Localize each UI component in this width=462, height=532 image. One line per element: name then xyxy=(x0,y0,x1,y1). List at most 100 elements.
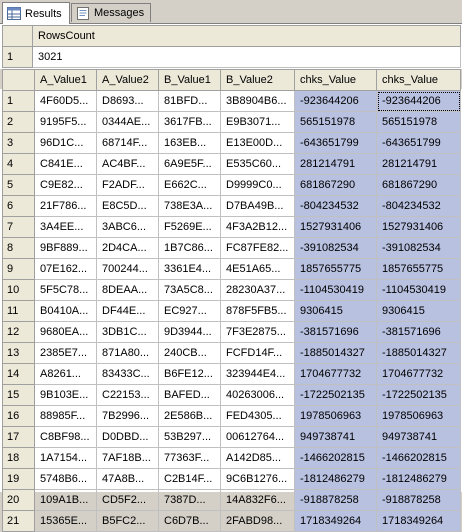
table-cell[interactable]: 3617FB... xyxy=(158,111,221,133)
table-cell[interactable]: C8BF98... xyxy=(34,426,97,448)
column-header[interactable]: A_Value2 xyxy=(96,69,159,91)
table-cell[interactable]: 949738741 xyxy=(294,426,377,448)
column-header[interactable]: chks_Value xyxy=(294,69,377,91)
table-cell[interactable]: E8C5D... xyxy=(96,195,159,217)
table-cell[interactable]: 40263006... xyxy=(220,384,295,406)
table-cell[interactable]: F5269E... xyxy=(158,216,221,238)
table-cell[interactable]: 9BF889... xyxy=(34,237,97,259)
table-cell[interactable]: 3A4EE... xyxy=(34,216,97,238)
table-cell[interactable]: 7F3E2875... xyxy=(220,321,295,343)
table-cell[interactable]: 1718349264 xyxy=(376,510,461,532)
table-cell[interactable]: 9680EA... xyxy=(34,321,97,343)
table-cell[interactable]: D7BA49B... xyxy=(220,195,295,217)
table-cell[interactable]: 681867290 xyxy=(294,174,377,196)
table-cell[interactable]: -381571696 xyxy=(294,321,377,343)
table-row[interactable]: 2 9195F5... 0344AE... 3617FB... E9B3071... 56… xyxy=(2,111,461,133)
table-cell[interactable]: 9D3944... xyxy=(158,321,221,343)
row-number[interactable]: 1 xyxy=(2,90,35,112)
table-cell[interactable]: -1104530419 xyxy=(294,279,377,301)
table-cell[interactable]: -1466202815 xyxy=(294,447,377,469)
row-number[interactable]: 18 xyxy=(2,447,35,469)
table-cell[interactable]: 109A1B... xyxy=(34,489,97,511)
row-number[interactable]: 12 xyxy=(2,321,35,343)
table-row[interactable]: 7 3A4EE... 3ABC6... F5269E... 4F3A2B12... 152… xyxy=(2,216,461,238)
table-cell[interactable]: 1704677732 xyxy=(376,363,461,385)
table-cell[interactable]: 9306415 xyxy=(294,300,377,322)
table-cell[interactable]: BAFED... xyxy=(158,384,221,406)
table-cell[interactable]: 163EB... xyxy=(158,132,221,154)
table-cell[interactable]: 681867290 xyxy=(376,174,461,196)
table-cell[interactable]: 281214791 xyxy=(294,153,377,175)
table-cell[interactable]: 1718349264 xyxy=(294,510,377,532)
row-number[interactable]: 15 xyxy=(2,384,35,406)
table-cell[interactable]: C6D7B... xyxy=(158,510,221,532)
row-number[interactable]: 16 xyxy=(2,405,35,427)
table-cell[interactable]: B5FC2... xyxy=(96,510,159,532)
table-cell[interactable]: 1704677732 xyxy=(294,363,377,385)
table-cell[interactable]: 0344AE... xyxy=(96,111,159,133)
table-cell[interactable]: -1885014327 xyxy=(376,342,461,364)
table-row[interactable]: 18 1A7154... 7AF18B... 77363F... A142D85... -… xyxy=(2,447,461,469)
table-row[interactable]: 6 21F786... E8C5D... 738E3A... D7BA49B... -80… xyxy=(2,195,461,217)
table-cell[interactable]: 3DB1C... xyxy=(96,321,159,343)
table-cell[interactable]: 73A5C8... xyxy=(158,279,221,301)
table-cell[interactable]: C22153... xyxy=(96,384,159,406)
row-number[interactable]: 10 xyxy=(2,279,35,301)
table-cell[interactable]: 2D4CA... xyxy=(96,237,159,259)
table-cell[interactable]: E13E00D... xyxy=(220,132,295,154)
row-number[interactable]: 14 xyxy=(2,363,35,385)
table-row[interactable]: 12 9680EA... 3DB1C... 9D3944... 7F3E2875... -… xyxy=(2,321,461,343)
table-cell[interactable]: -391082534 xyxy=(294,237,377,259)
table-cell[interactable]: 2E586B... xyxy=(158,405,221,427)
row-number[interactable]: 3 xyxy=(2,132,35,154)
column-header[interactable]: B_Value2 xyxy=(220,69,295,91)
table-cell[interactable]: -1722502135 xyxy=(376,384,461,406)
table-cell[interactable]: C2B14F... xyxy=(158,468,221,490)
table-cell[interactable]: 700244... xyxy=(96,258,159,280)
row-number[interactable]: 17 xyxy=(2,426,35,448)
table-cell[interactable]: 9B103E... xyxy=(34,384,97,406)
table-row[interactable]: 15 9B103E... C22153... BAFED... 40263006... -… xyxy=(2,384,461,406)
table-cell[interactable]: 3021 xyxy=(32,46,461,68)
table-cell[interactable]: E662C... xyxy=(158,174,221,196)
column-header[interactable]: chks_Value xyxy=(376,69,461,91)
table-cell[interactable]: 7387D... xyxy=(158,489,221,511)
row-number[interactable]: 13 xyxy=(2,342,35,364)
table-cell[interactable]: 3361E4... xyxy=(158,258,221,280)
table-cell[interactable]: 4F60D5... xyxy=(34,90,97,112)
row-number[interactable]: 4 xyxy=(2,153,35,175)
table-cell[interactable]: 1527931406 xyxy=(376,216,461,238)
table-cell[interactable]: 240CB... xyxy=(158,342,221,364)
row-number[interactable]: 7 xyxy=(2,216,35,238)
table-cell[interactable]: 2385E7... xyxy=(34,342,97,364)
row-number[interactable]: 6 xyxy=(2,195,35,217)
table-cell[interactable]: 281214791 xyxy=(376,153,461,175)
row-number[interactable]: 20 xyxy=(2,489,35,511)
tab-messages[interactable]: Messages xyxy=(71,3,151,22)
table-cell[interactable]: 9C6B1276... xyxy=(220,468,295,490)
table-cell[interactable]: 9306415 xyxy=(376,300,461,322)
row-number[interactable]: 21 xyxy=(2,510,35,532)
table-cell[interactable]: 871A80... xyxy=(96,342,159,364)
table-row[interactable]: 1 3021 xyxy=(2,46,461,68)
table-row[interactable]: 20 109A1B... CD5F2... 7387D... 14A832F6... -9… xyxy=(2,489,461,511)
table-cell[interactable]: 21F786... xyxy=(34,195,97,217)
table-cell[interactable]: 15365E... xyxy=(34,510,97,532)
table-cell[interactable]: 47A8B... xyxy=(96,468,159,490)
table-cell[interactable]: D0DBD... xyxy=(96,426,159,448)
table-cell[interactable]: 28230A37... xyxy=(220,279,295,301)
table-cell[interactable]: 949738741 xyxy=(376,426,461,448)
row-number[interactable]: 1 xyxy=(2,46,33,68)
table-cell[interactable]: 81BFD... xyxy=(158,90,221,112)
table-cell[interactable]: 00612764... xyxy=(220,426,295,448)
table-cell[interactable]: D8693... xyxy=(96,90,159,112)
table-cell[interactable]: 96D1C... xyxy=(34,132,97,154)
table-cell[interactable]: F2ADF... xyxy=(96,174,159,196)
row-number[interactable]: 5 xyxy=(2,174,35,196)
table-row[interactable]: 3 96D1C... 68714F... 163EB... E13E00D... -643… xyxy=(2,132,461,154)
table-cell[interactable]: 6A9E5F... xyxy=(158,153,221,175)
column-header-rowscount[interactable]: RowsCount xyxy=(32,25,461,47)
table-cell[interactable]: 3B8904B6... xyxy=(220,90,295,112)
table-cell[interactable]: -804234532 xyxy=(376,195,461,217)
table-cell[interactable]: 1B7C86... xyxy=(158,237,221,259)
